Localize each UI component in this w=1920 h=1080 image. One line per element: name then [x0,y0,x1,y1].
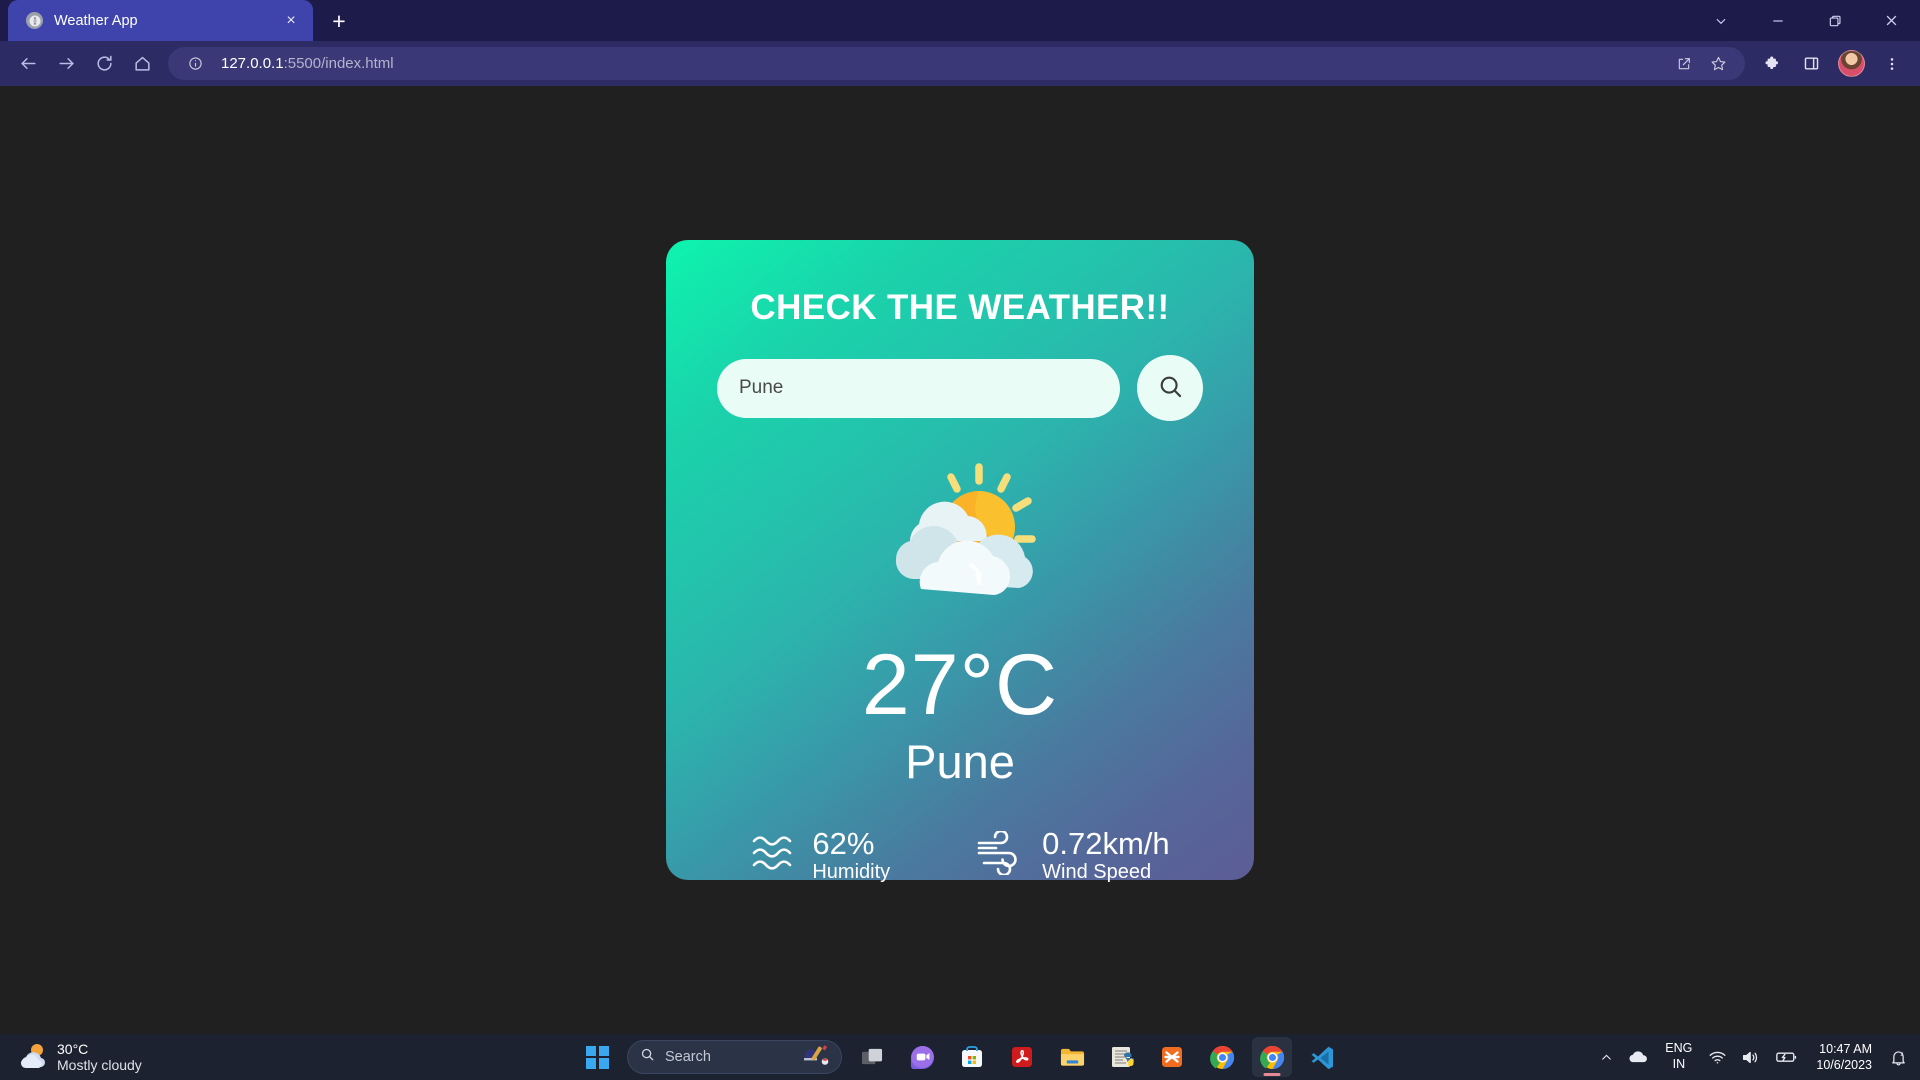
system-tray: ENG IN 10:47 AM 10/6/2023 z [1595,1034,1920,1080]
stat-text-wind: 0.72km/h Wind Speed [1042,825,1170,885]
back-arrow-icon[interactable] [10,46,46,82]
profile-avatar[interactable] [1838,50,1865,77]
minimize-icon[interactable] [1749,0,1806,41]
globe-icon [26,12,43,29]
address-bar-actions [1669,49,1733,79]
site-info-icon[interactable] [180,49,210,79]
city-search-input[interactable] [717,358,1120,418]
taskbar-app-xampp[interactable] [1152,1037,1192,1077]
browser-tab[interactable]: Weather App × [8,0,313,41]
stat-text-humidity: 62% Humidity [812,825,891,885]
temperature-value: 27°C [861,637,1059,733]
taskbar-app-chat-teams[interactable] [902,1037,942,1077]
taskbar-app-python-idle[interactable] [1102,1037,1142,1077]
taskbar-app-google-chrome-active[interactable] [1252,1037,1292,1077]
address-bar-url: 127.0.0.1:5500/index.html [221,55,394,72]
extensions-puzzle-icon[interactable] [1755,46,1791,82]
taskbar-weather-text: 30°C Mostly cloudy [57,1041,142,1073]
url-host: 127.0.0.1 [221,55,284,72]
forward-arrow-icon[interactable] [48,46,84,82]
taskbar-app-microsoft-store[interactable] [952,1037,992,1077]
taskbar-app-visual-studio-code[interactable] [1302,1037,1342,1077]
cloud-icon[interactable] [1624,1050,1653,1064]
address-bar[interactable]: 127.0.0.1:5500/index.html [168,47,1745,80]
wind-value: 0.72km/h [1042,825,1170,861]
clock-time: 10:47 AM [1819,1041,1872,1056]
start-button-windows-logo[interactable] [586,1045,609,1069]
windows-taskbar: 30°C Mostly cloudy Search ENG IN 10:47 A… [0,1034,1920,1080]
taskbar-app-file-explorer[interactable] [1052,1037,1092,1077]
search-button[interactable] [1137,355,1203,421]
home-icon[interactable] [124,46,160,82]
humidity-waves-icon [750,832,798,879]
taskbar-weather-desc: Mostly cloudy [57,1057,142,1073]
new-tab-button[interactable]: + [322,4,356,38]
partly-cloudy-icon [876,459,1044,614]
page-viewport: CHECK THE WEATHER!! Pune 27°C Pune 62% H… [0,86,1920,1034]
taskbar-weather-temp: 30°C [57,1040,89,1057]
share-icon[interactable] [1669,49,1699,79]
humidity-value: 62% [812,825,875,861]
clock-date: 10/6/2023 [1816,1058,1872,1072]
window-controls [1692,0,1920,41]
taskbar-weather-widget[interactable]: 30°C Mostly cloudy [0,1034,142,1080]
taskbar-app-adobe-acrobat[interactable] [1002,1037,1042,1077]
sun-cloud-icon [18,1042,48,1073]
stat-humidity: 62% Humidity [750,825,891,885]
tab-strip: Weather App × + [0,0,1920,41]
taskbar-app-google-chrome[interactable] [1202,1037,1242,1077]
wind-icon [976,830,1028,880]
star-icon[interactable] [1703,49,1733,79]
close-tab-icon[interactable]: × [279,9,303,33]
more-menu-icon[interactable] [1874,46,1910,82]
taskbar-center: Search [578,1034,1342,1080]
tab-title: Weather App [54,12,138,29]
speaker-icon[interactable] [1737,1050,1765,1065]
weather-stats: 62% Humidity 0.72km/h Wind Speed [710,825,1210,885]
language-secondary: IN [1672,1057,1686,1071]
url-path: :5500/index.html [283,55,394,72]
reload-icon[interactable] [86,46,122,82]
do-not-disturb-bell-icon[interactable]: z [1885,1049,1912,1066]
cricket-icon[interactable] [803,1044,829,1071]
wifi-icon[interactable] [1704,1050,1731,1065]
stat-wind: 0.72km/h Wind Speed [976,825,1170,885]
svg-text:z: z [1900,1050,1903,1057]
browser-window: Weather App × + 127.0.0.1:5500/index.htm… [0,0,1920,1034]
language-indicator[interactable]: ENG IN [1659,1041,1698,1072]
clock[interactable]: 10:47 AM 10/6/2023 [1809,1041,1879,1074]
language-primary: ENG [1665,1041,1693,1056]
side-panel-icon[interactable] [1793,46,1829,82]
tab-search-chevron-icon[interactable] [1692,0,1749,41]
page-title: CHECK THE WEATHER!! [750,288,1170,327]
taskbar-app-task-view[interactable] [852,1037,892,1077]
taskbar-search-box[interactable]: Search [627,1040,842,1074]
weather-card: CHECK THE WEATHER!! Pune 27°C Pune 62% H… [666,240,1254,883]
search-icon [1157,373,1184,403]
chevron-up-icon[interactable] [1595,1051,1618,1064]
city-name: Pune [905,735,1015,788]
taskbar-search-placeholder: Search [665,1049,711,1065]
close-window-icon[interactable] [1863,0,1920,41]
search-row [710,355,1210,421]
battery-charging-icon[interactable] [1771,1050,1803,1064]
browser-toolbar: 127.0.0.1:5500/index.html [0,41,1920,86]
maximize-restore-icon[interactable] [1806,0,1863,41]
search-icon [640,1047,655,1067]
humidity-label: Humidity [812,861,891,884]
wind-label: Wind Speed [1042,861,1152,884]
